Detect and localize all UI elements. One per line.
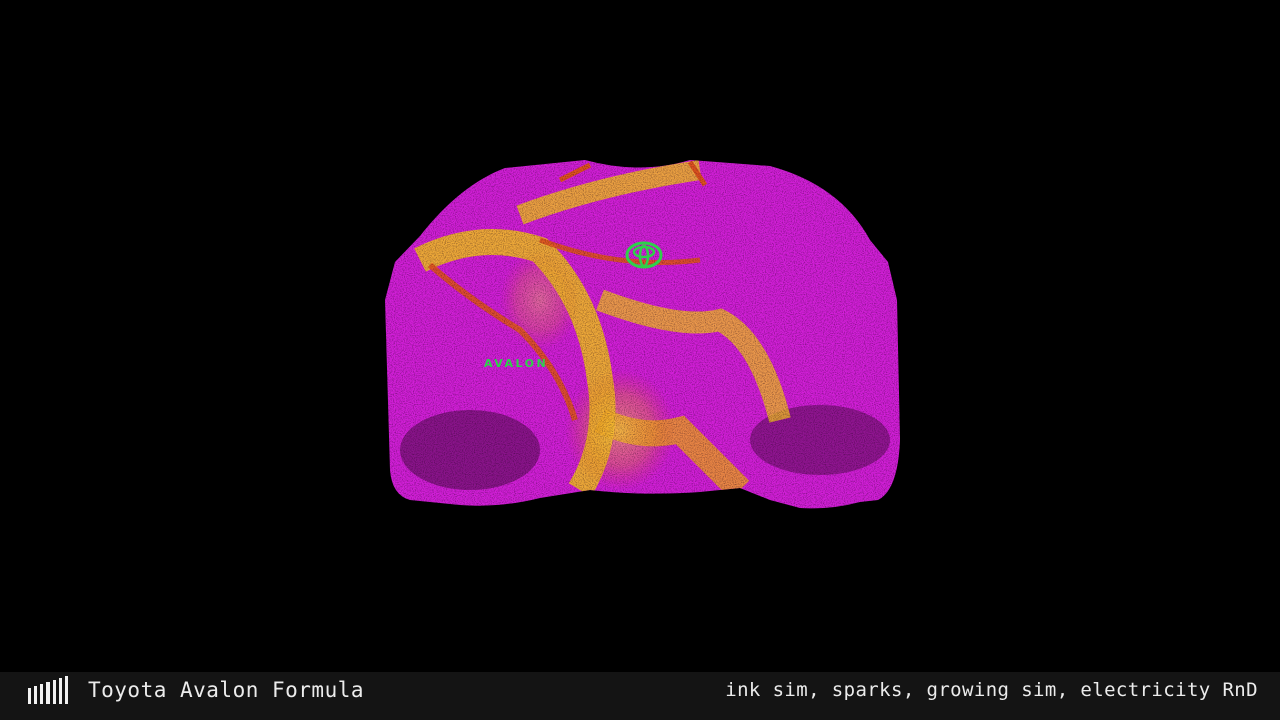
render-viewport: AVALON (0, 0, 1280, 672)
car-particle-render: AVALON (385, 160, 900, 509)
caption-tags: ink sim, sparks, growing sim, electricit… (725, 679, 1258, 701)
car-body (385, 160, 900, 509)
avalon-badge: AVALON (484, 357, 548, 370)
studio-bars-icon (28, 676, 68, 704)
caption-title: Toyota Avalon Formula (88, 678, 365, 702)
